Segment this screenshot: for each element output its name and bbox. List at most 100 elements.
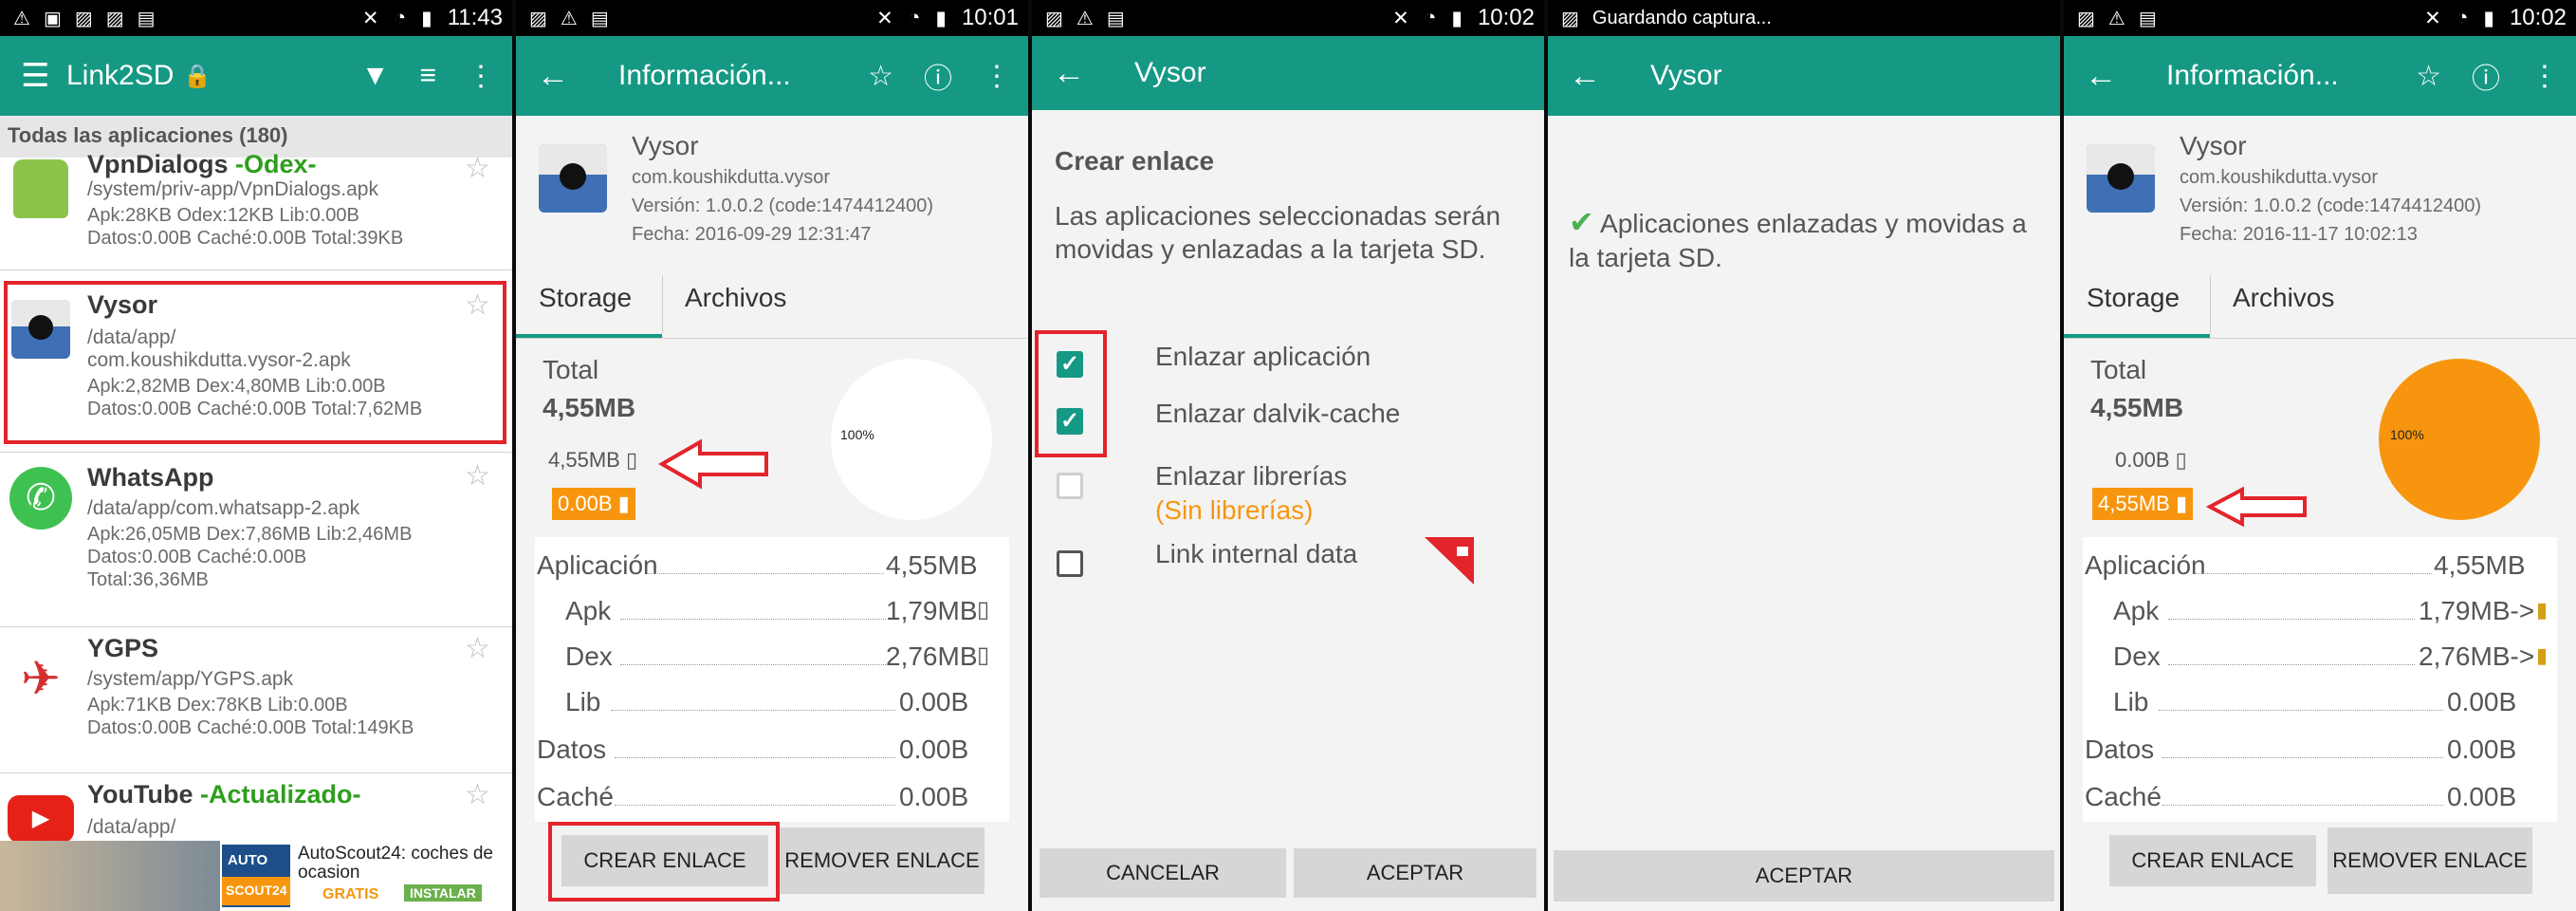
row-value: 0.00B — [2447, 687, 2517, 716]
warning-icon: ⚠ — [2107, 8, 2125, 29]
back-arrow-icon[interactable]: ← — [2085, 36, 2117, 116]
image-icon: ▨ — [1045, 8, 1063, 29]
cancel-button[interactable]: CANCELAR — [1040, 848, 1286, 898]
app-name: WhatsApp — [87, 463, 214, 492]
link-libs-checkbox[interactable] — [1057, 473, 1083, 499]
sd-size-value: 4,55MB — [2098, 492, 2170, 515]
status-bar: ▨ Guardando captura... — [1548, 0, 2060, 36]
app-package: com.koushikdutta.vysor — [632, 167, 830, 188]
app-name: YGPS — [87, 634, 159, 662]
star-icon[interactable]: ☆ — [2416, 60, 2441, 93]
star-icon[interactable]: ☆ — [465, 632, 490, 665]
back-arrow-icon[interactable]: ← — [1053, 36, 1085, 110]
highlight-box — [548, 822, 780, 902]
toolbar: ← Información... ☆ ⓘ ⋮ — [516, 36, 1028, 116]
warning-icon: ⚠ — [1076, 8, 1094, 29]
list-item-youtube[interactable]: ▶ YouTube -Actualizado- /data/app/ ☆ — [0, 776, 512, 843]
ad-install-button[interactable]: INSTALAR — [404, 884, 482, 902]
toolbar-title: Información... — [618, 60, 791, 91]
total-value: 4,55MB — [543, 393, 636, 422]
battery-icon: ▮ — [1451, 7, 1463, 29]
star-icon[interactable]: ☆ — [868, 60, 893, 93]
star-icon[interactable]: ☆ — [465, 152, 490, 185]
toolbar: ← Información... ☆ ⓘ ⋮ — [2064, 36, 2576, 116]
info-icon[interactable]: ⓘ — [924, 55, 952, 97]
internal-size-value: 0.00B — [2115, 448, 2170, 472]
toolbar: ← Vysor — [1032, 36, 1544, 110]
screen-link2sd-list: ⚠ ▣ ▨ ▨ ▤ ✕ ◔ ▮ 11:43 ☰ Link2SD 🔒 ▼ ≡ ⋮ Todas la… — [0, 0, 512, 911]
app-path: /data/app/com.whatsapp-2.apk — [87, 497, 360, 519]
app-sizes: Apk:28KB Odex:12KB Lib:0.00B — [87, 205, 359, 226]
highlight-box — [4, 281, 506, 444]
info-icon[interactable]: ⓘ — [2472, 55, 2500, 97]
remove-link-button[interactable]: REMOVER ENLACE — [780, 827, 984, 894]
app-name-text: VpnDialogs — [87, 150, 229, 178]
accept-button[interactable]: ACEPTAR — [1554, 850, 2054, 902]
clock: 11:43 — [447, 5, 503, 30]
tab-storage[interactable]: Storage — [2087, 283, 2180, 313]
back-arrow-icon[interactable]: ← — [537, 36, 569, 116]
star-icon[interactable]: ☆ — [465, 778, 490, 811]
app-totals: Datos:0.00B Caché:0.00B Total:39KB — [87, 228, 404, 249]
more-icon[interactable]: ⋮ — [2530, 60, 2559, 93]
tab-files[interactable]: Archivos — [685, 283, 786, 313]
wifi-icon: ◔ — [394, 7, 407, 28]
phone-icon: ▯ — [977, 642, 990, 668]
sort-icon[interactable]: ≡ — [419, 60, 436, 92]
success-message: ✔ Aplicaciones enlazadas y movidas a la … — [1569, 205, 2043, 275]
image-icon: ▨ — [529, 8, 547, 29]
warning-icon: ⚠ — [13, 8, 30, 29]
app-total: Total:36,36MB — [87, 569, 209, 590]
star-icon[interactable]: ☆ — [465, 459, 490, 493]
tab-storage[interactable]: Storage — [539, 283, 632, 313]
mute-icon: ✕ — [1392, 7, 1409, 29]
list-item-whatsapp[interactable]: ✆ WhatsApp /data/app/com.whatsapp-2.apk … — [0, 456, 512, 617]
toolbar: ← Vysor — [1548, 36, 2060, 116]
row-label: Datos — [2085, 734, 2155, 764]
bag-icon: ▤ — [590, 8, 609, 29]
pie-label: 100% — [2390, 427, 2424, 442]
remove-link-button[interactable]: REMOVER ENLACE — [2328, 827, 2532, 894]
row-value: 0.00B — [2447, 734, 2517, 764]
screen-app-info-after: ▨ ⚠ ▤ ✕ ◔ ▮ 10:02 ← Información... ☆ ⓘ ⋮ Vysor … — [2064, 0, 2576, 911]
row-value: 1,79MB — [886, 596, 978, 625]
app-package: com.koushikdutta.vysor — [2180, 167, 2378, 188]
filter-icon[interactable]: ▼ — [361, 60, 390, 92]
row-label: Aplicación — [537, 550, 658, 580]
arrow-annotation — [2205, 486, 2310, 528]
back-arrow-icon[interactable]: ← — [1569, 36, 1601, 116]
mute-icon: ✕ — [2424, 7, 2441, 29]
more-icon[interactable]: ⋮ — [467, 60, 495, 93]
row-value: 0.00B — [899, 687, 969, 716]
ad-banner[interactable]: AUTO SCOUT24 AutoScout24: coches de ocas… — [0, 841, 512, 911]
phone-icon: ▯ — [977, 597, 990, 623]
option-label: Enlazar dalvik-cache — [1155, 399, 1401, 428]
ad-text: AutoScout24: coches de ocasion — [298, 844, 493, 883]
link-internal-data-checkbox[interactable] — [1057, 550, 1083, 577]
toolbar-title: Vysor — [1650, 60, 1722, 91]
app-title: Link2SD 🔒 — [66, 36, 212, 116]
create-link-button[interactable]: CREAR ENLACE — [2109, 835, 2316, 886]
list-item-ygps[interactable]: ✈ YGPS /system/app/YGPS.apk Apk:71KB Dex… — [0, 630, 512, 763]
app-date: Fecha: 2016-11-17 10:02:13 — [2180, 224, 2418, 245]
mute-icon: ✕ — [361, 7, 379, 29]
total-label: Total — [2090, 355, 2147, 384]
image-icon: ▨ — [105, 8, 124, 29]
more-icon[interactable]: ⋮ — [983, 60, 1011, 93]
tab-files[interactable]: Archivos — [2233, 283, 2334, 313]
list-item-vpndialogs[interactable]: VpnDialogs -Odex- /system/priv-app/VpnDi… — [0, 150, 512, 260]
highlight-box — [1035, 330, 1107, 457]
row-value: 2,76MB-> — [2419, 641, 2535, 671]
row-value: 2,76MB — [886, 641, 978, 671]
menu-icon[interactable]: ☰ — [21, 36, 49, 116]
row-value: 4,55MB — [886, 550, 978, 580]
image-icon: ▨ — [1561, 8, 1579, 29]
row-value: 0.00B — [2447, 782, 2517, 811]
accept-button[interactable]: ACEPTAR — [1294, 848, 1536, 898]
screen-link-success: ▨ Guardando captura... ← Vysor ✔ Aplicaci… — [1548, 0, 2060, 911]
internal-size: 0.00B ▯ — [2115, 448, 2187, 473]
check-icon: ✔ — [1569, 205, 1594, 239]
size-table: Aplicación 4,55MB Apk 1,79MB-> ▮ Dex 2,7… — [2083, 537, 2557, 822]
toolbar-title: Información... — [2166, 60, 2339, 91]
battery-icon: ▮ — [421, 7, 432, 29]
